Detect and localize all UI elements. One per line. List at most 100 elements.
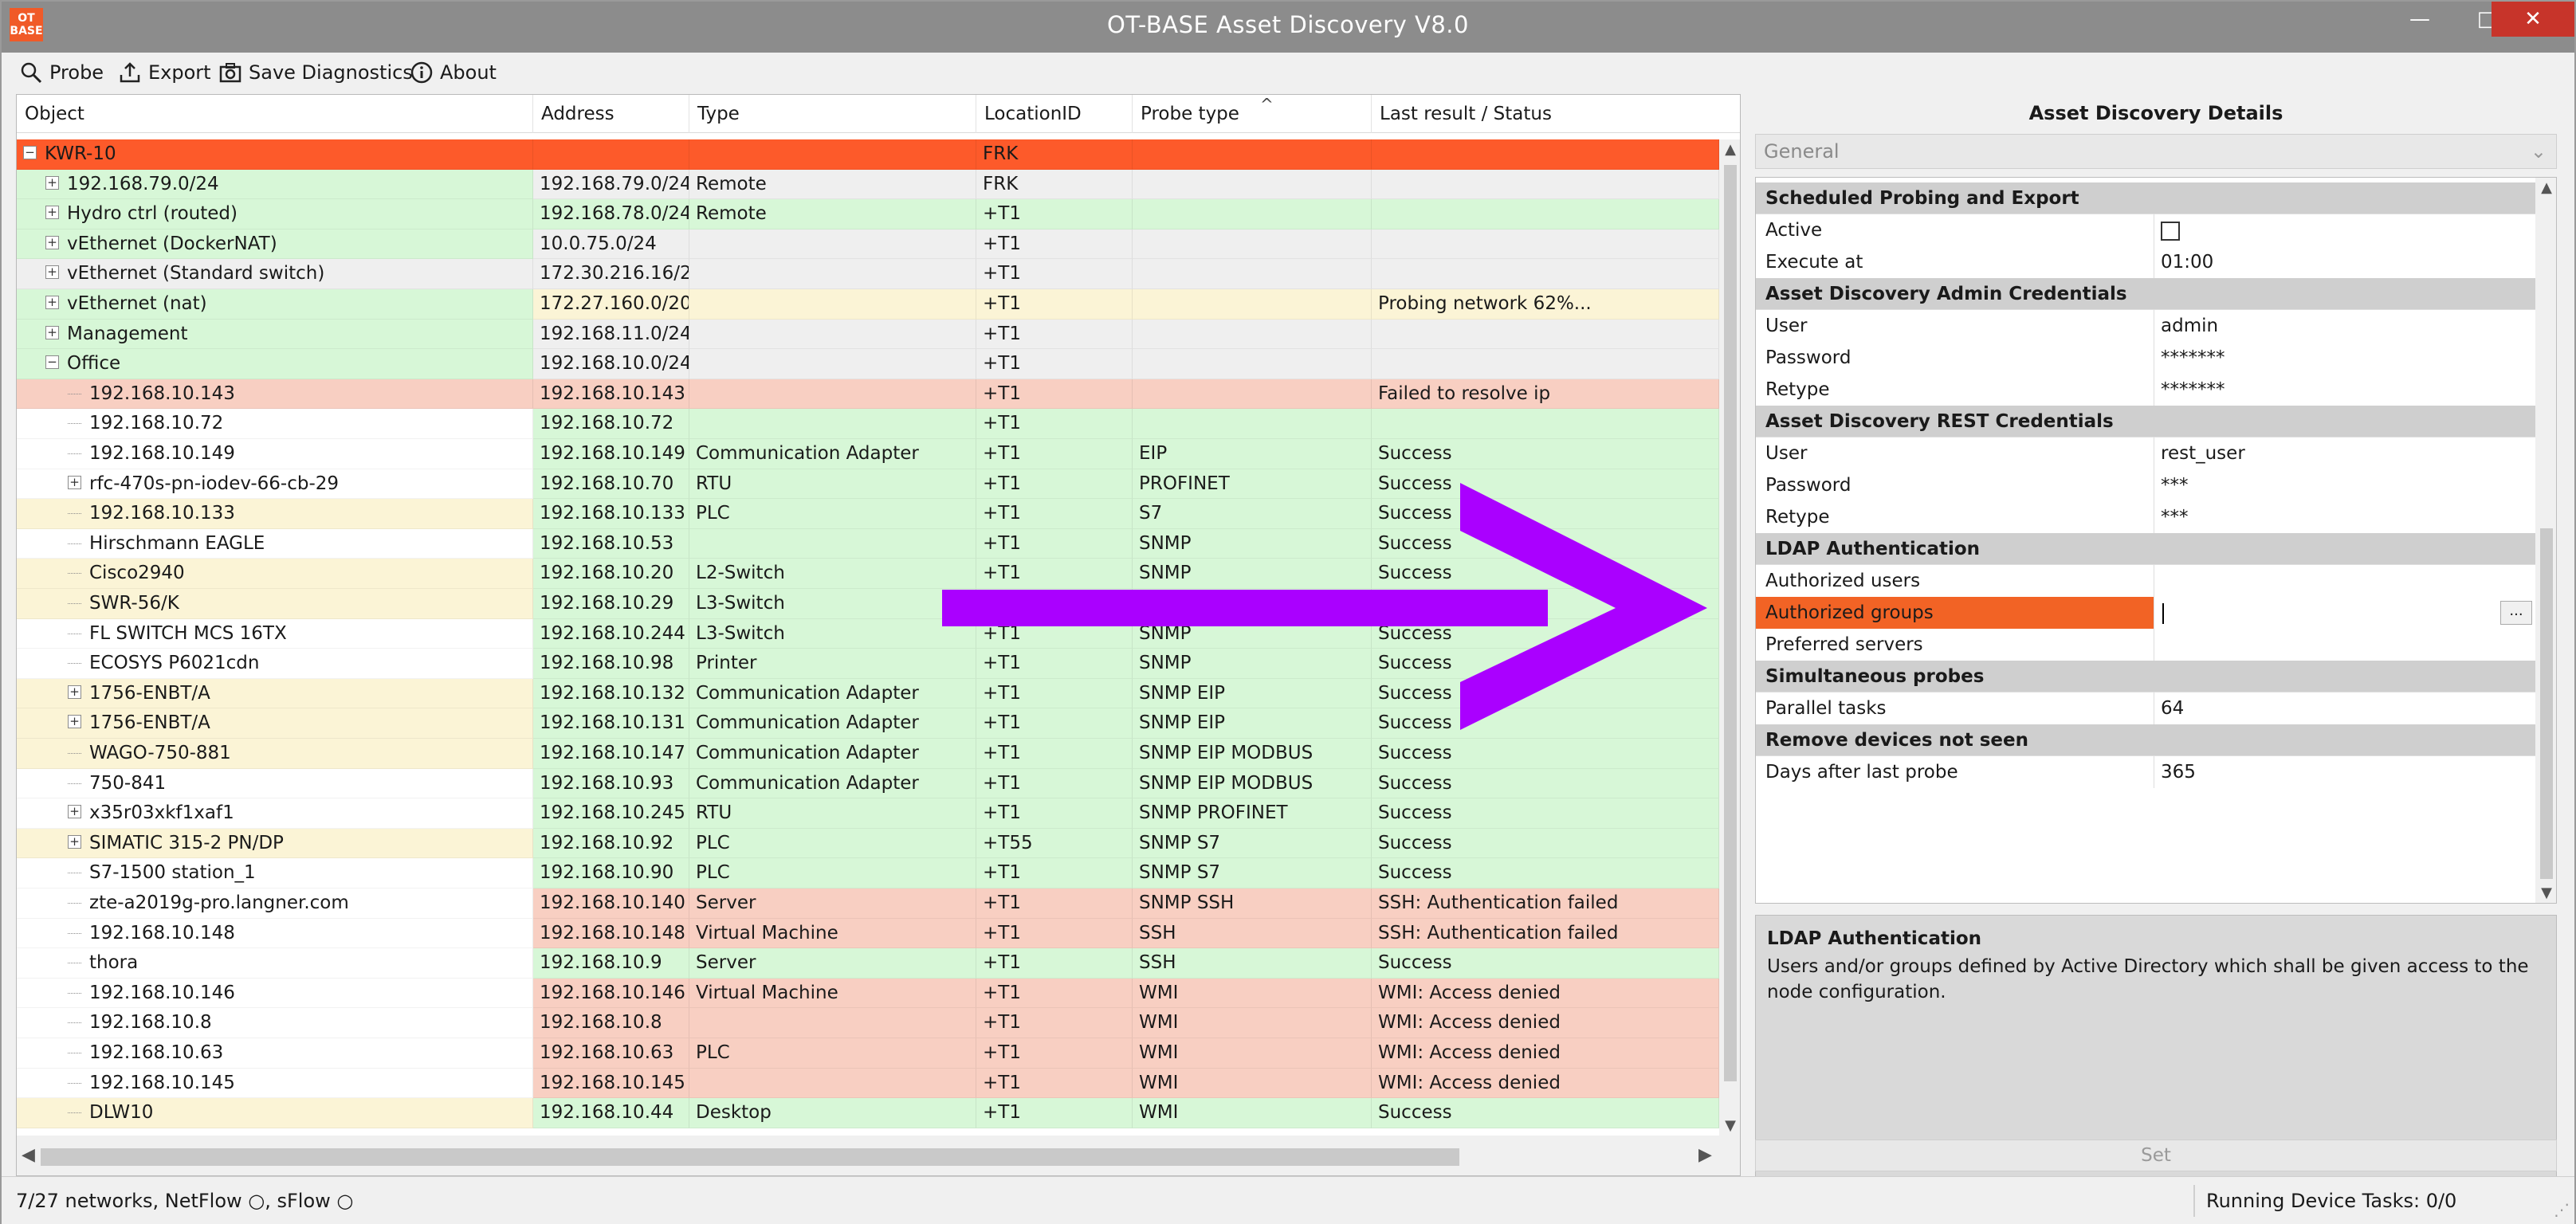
property-value[interactable]: ******* (2154, 374, 2535, 406)
active-checkbox[interactable] (2154, 214, 2535, 246)
property-value[interactable]: 64 (2154, 692, 2535, 724)
property-name: User (1756, 437, 2154, 469)
grid-horizontal-scroll-thumb[interactable] (41, 1148, 1459, 1166)
property-category[interactable]: Simultaneous probes (1756, 661, 2535, 692)
table-row[interactable]: 192.168.10.72 192.168.10.72 +T1 (17, 409, 1719, 439)
property-row[interactable]: Parallel tasks 64 (1756, 692, 2535, 724)
property-row[interactable]: Authorized groups... (1756, 597, 2535, 629)
column-header-location-id[interactable]: LocationID (976, 95, 1133, 133)
property-category[interactable]: Asset Discovery REST Credentials (1756, 406, 2535, 437)
property-row[interactable]: Execute at 01:00 (1756, 246, 2535, 278)
table-row[interactable]: + x35r03xkf1xaf1 192.168.10.245 RTU +T1 SNMP … (17, 798, 1719, 829)
table-row[interactable]: 192.168.10.143 192.168.10.143 +T1 Failed to… (17, 379, 1719, 410)
checkbox-unchecked-icon[interactable] (2161, 221, 2180, 241)
property-row[interactable]: Password *** (1756, 469, 2535, 501)
property-scrollbar[interactable]: ▲ ▼ (2535, 178, 2556, 903)
column-header-status[interactable]: Last result / Status (1372, 95, 1719, 133)
table-row[interactable]: 192.168.10.145 192.168.10.145 +T1 WMI WMI: A… (17, 1068, 1719, 1099)
table-row[interactable]: + vEthernet (DockerNAT) 10.0.75.0/24 +T1 (17, 229, 1719, 260)
column-header-address[interactable]: Address (533, 95, 689, 133)
property-category[interactable]: Remove devices not seen (1756, 724, 2535, 756)
table-row[interactable]: 750-841 192.168.10.93 Communication Adapte… (17, 768, 1719, 799)
scroll-down-icon[interactable]: ▼ (2535, 885, 2556, 901)
table-row[interactable]: DLW10 192.168.10.44 Desktop +T1 WMI Success (17, 1098, 1719, 1128)
collapse-icon[interactable]: − (45, 355, 59, 370)
browse-button[interactable]: ... (2500, 601, 2532, 625)
collapse-icon[interactable]: − (23, 146, 37, 159)
about-button[interactable]: About (410, 59, 497, 86)
title-bar[interactable]: OT BASE OT-BASE Asset Discovery V8.0 — □ … (2, 2, 2574, 53)
property-scroll-thumb[interactable] (2540, 528, 2553, 879)
table-row[interactable]: 192.168.10.146 192.168.10.146 Virtual Mach… (17, 978, 1719, 1009)
set-button[interactable]: Set (1755, 1140, 2557, 1171)
property-value[interactable] (2154, 629, 2535, 661)
table-row[interactable]: zte-a2019g-pro.langner.com 192.168.10.140… (17, 889, 1719, 919)
scroll-right-icon[interactable]: ▶ (1698, 1145, 1712, 1165)
expand-icon[interactable]: + (68, 715, 81, 729)
expand-icon[interactable]: + (45, 296, 59, 309)
table-row[interactable]: + SIMATIC 315-2 PN/DP 192.168.10.92 PLC +T55… (17, 828, 1719, 859)
table-row[interactable]: + Hydro ctrl (routed) 192.168.78.0/24 Remot… (17, 199, 1719, 230)
property-row[interactable]: Active (1756, 214, 2535, 246)
close-button[interactable]: ✕ (2492, 2, 2574, 37)
property-value[interactable]: 365 (2154, 756, 2535, 788)
table-row[interactable]: 192.168.10.148 192.168.10.148 Virtual Mach… (17, 918, 1719, 949)
resize-grip-icon[interactable]: ⋰ (2554, 1200, 2570, 1219)
table-row[interactable]: − Office 192.168.10.0/24 +T1 (17, 349, 1719, 379)
property-value[interactable]: 01:00 (2154, 246, 2535, 278)
property-row[interactable]: Retype ******* (1756, 374, 2535, 406)
property-row[interactable]: Preferred servers (1756, 629, 2535, 661)
table-row[interactable]: WAGO-750-881 192.168.10.147 Communication … (17, 739, 1719, 769)
expand-icon[interactable]: + (45, 265, 59, 280)
property-category[interactable]: Scheduled Probing and Export (1756, 182, 2535, 214)
minimize-button[interactable]: — (2386, 2, 2453, 37)
expand-icon[interactable]: + (45, 235, 59, 249)
save-diagnostics-button[interactable]: Save Diagnostics (218, 59, 413, 86)
table-row[interactable]: + vEthernet (nat) 172.27.160.0/20 +T1 Probin… (17, 289, 1719, 320)
scroll-left-icon[interactable]: ◀ (22, 1145, 35, 1165)
property-row[interactable]: Retype *** (1756, 501, 2535, 533)
property-row[interactable]: User rest_user (1756, 437, 2535, 469)
expand-icon[interactable]: + (45, 325, 59, 339)
property-category[interactable]: LDAP Authentication (1756, 533, 2535, 565)
property-row[interactable]: Authorized users (1756, 565, 2535, 597)
property-value[interactable]: rest_user (2154, 437, 2535, 469)
table-row[interactable]: + Management 192.168.11.0/24 +T1 (17, 319, 1719, 350)
probe-button[interactable]: Probe (19, 59, 104, 86)
expand-icon[interactable]: + (68, 805, 81, 819)
property-value[interactable]: admin (2154, 310, 2535, 342)
property-value[interactable] (2154, 565, 2535, 597)
column-header-object[interactable]: Object (17, 95, 533, 133)
export-button[interactable]: Export (118, 59, 211, 86)
table-row[interactable]: +192.168.79.0/24 192.168.79.0/24 Remote FRK (17, 169, 1719, 200)
table-row[interactable]: + vEthernet (Standard switch) 172.30.216.1… (17, 259, 1719, 289)
property-value[interactable]: ******* (2154, 342, 2535, 374)
property-category[interactable]: Asset Discovery Admin Credentials (1756, 278, 2535, 310)
scroll-up-icon[interactable]: ▲ (2535, 179, 2556, 196)
table-row[interactable]: 192.168.10.63 192.168.10.63 PLC +T1 WMI WMI: … (17, 1038, 1719, 1069)
property-row[interactable]: Days after last probe 365 (1756, 756, 2535, 788)
scroll-down-icon[interactable]: ▼ (1719, 1117, 1740, 1134)
expand-icon[interactable]: + (45, 206, 59, 220)
grid-horizontal-scrollbar[interactable]: ◀ ▶ (17, 1136, 1740, 1175)
property-value[interactable]: *** (2154, 469, 2535, 501)
scroll-up-icon[interactable]: ▲ (1719, 141, 1740, 158)
expand-icon[interactable]: + (45, 175, 59, 190)
grid-vertical-scroll-thumb[interactable] (1724, 165, 1737, 1081)
table-row[interactable]: − KWR-10 FRK (17, 139, 1719, 170)
table-row[interactable]: thora 192.168.10.9 Server +T1 SSH Success (17, 948, 1719, 979)
column-header-type[interactable]: Type (689, 95, 976, 133)
table-row[interactable]: 192.168.10.8 192.168.10.8 +T1 WMI WMI: Acces… (17, 1008, 1719, 1038)
cell-status: Success (1372, 768, 1719, 799)
property-value[interactable]: *** (2154, 501, 2535, 533)
category-select[interactable]: General ⌄ (1755, 134, 2557, 169)
property-row[interactable]: User admin (1756, 310, 2535, 342)
column-header-probe-type[interactable]: Probe type (1133, 95, 1372, 133)
property-row[interactable]: Password ******* (1756, 342, 2535, 374)
table-row[interactable]: 192.168.10.149 192.168.10.149 Communicatio… (17, 439, 1719, 469)
expand-icon[interactable]: + (68, 475, 81, 489)
table-row[interactable]: S7-1500 station_1 192.168.10.90 PLC +T1 SNMP… (17, 858, 1719, 889)
expand-icon[interactable]: + (68, 685, 81, 699)
authorized-groups-input[interactable]: ... (2154, 597, 2535, 629)
expand-icon[interactable]: + (68, 834, 81, 849)
